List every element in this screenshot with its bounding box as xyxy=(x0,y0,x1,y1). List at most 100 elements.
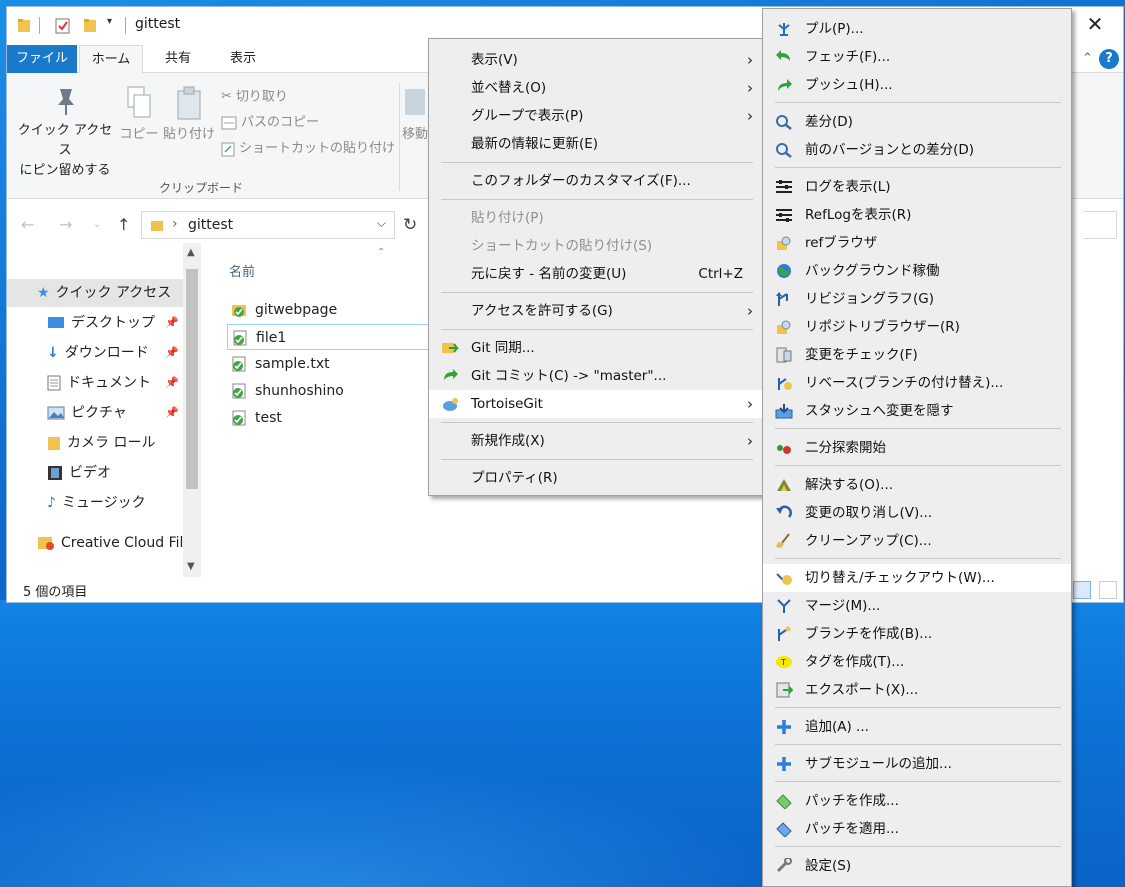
menu-item-revision-graph[interactable]: リビジョングラフ(G) xyxy=(763,285,1071,313)
menu-item-git-sync[interactable]: Git 同期... xyxy=(429,334,763,362)
details-view-button[interactable] xyxy=(1073,581,1091,599)
menu-item-git-commit[interactable]: Git コミット(C) -> "master"... xyxy=(429,362,763,390)
menu-item-revert[interactable]: 変更の取り消し(V)... xyxy=(763,499,1071,527)
menu-item-undo-rename[interactable]: 元に戻す - 名前の変更(U) Ctrl+Z xyxy=(429,260,763,288)
menu-item-add[interactable]: 追加(A) ... xyxy=(763,713,1071,741)
create-patch-icon xyxy=(776,794,792,809)
menu-item-daemon[interactable]: バックグラウンド稼働 xyxy=(763,257,1071,285)
chevron-right-icon: › xyxy=(747,51,753,69)
copy-path-button[interactable]: パスのコピー xyxy=(221,111,319,135)
menu-item-repo-browser[interactable]: リポジトリブラウザー(R) xyxy=(763,313,1071,341)
video-icon xyxy=(48,466,62,480)
recent-locations-icon[interactable]: ⌄ xyxy=(93,219,101,230)
tab-file[interactable]: ファイル xyxy=(7,45,77,73)
menu-item-check-modifications[interactable]: 変更をチェック(F) xyxy=(763,341,1071,369)
menu-item-cleanup[interactable]: クリーンアップ(C)... xyxy=(763,527,1071,555)
breadcrumb[interactable]: gittest xyxy=(188,217,233,233)
menu-item-tortoisegit[interactable]: TortoiseGit › xyxy=(429,390,763,418)
nav-item-music[interactable]: ♪ ミュージック xyxy=(7,489,183,517)
menu-item-merge[interactable]: マージ(M)... xyxy=(763,592,1071,620)
new-folder-icon[interactable] xyxy=(83,17,97,35)
properties-icon[interactable] xyxy=(55,17,71,35)
tab-home[interactable]: ホーム xyxy=(79,45,143,74)
nav-item-camera-roll[interactable]: カメラ ロール xyxy=(7,429,183,457)
list-item[interactable]: gitwebpage xyxy=(227,297,431,323)
list-item[interactable]: file1 xyxy=(227,324,431,350)
copy-button[interactable]: コピー xyxy=(119,85,159,145)
column-header-name[interactable]: 名前 xyxy=(229,261,255,280)
menu-item-new[interactable]: 新規作成(X) › xyxy=(429,427,763,455)
menu-item-fetch[interactable]: フェッチ(F)... xyxy=(763,43,1071,71)
menu-item-label: 追加(A) ... xyxy=(805,719,869,735)
scroll-up-icon[interactable]: ▲ xyxy=(187,247,195,258)
menu-item-resolve[interactable]: 解決する(O)... xyxy=(763,471,1071,499)
move-button[interactable]: 移動 xyxy=(400,85,430,142)
menu-item-show-log[interactable]: ログを表示(L) xyxy=(763,173,1071,201)
menu-item-rebase[interactable]: リベース(ブランチの付け替え)... xyxy=(763,369,1071,397)
menu-item-customize-folder[interactable]: このフォルダーのカスタマイズ(F)... xyxy=(429,167,763,195)
pin-to-quick-access-button[interactable]: クイック アクセス にピン留めする xyxy=(13,85,117,181)
menu-item-diff[interactable]: 差分(D) xyxy=(763,108,1071,136)
export-icon xyxy=(776,682,793,698)
cut-button[interactable]: ✂ 切り取り xyxy=(221,85,288,109)
list-item[interactable]: shunhoshino xyxy=(227,378,431,404)
menu-item-apply-patch[interactable]: パッチを適用... xyxy=(763,815,1071,843)
tab-share[interactable]: 共有 xyxy=(147,45,209,73)
nav-item-downloads[interactable]: ↓ ダウンロード 📌 xyxy=(7,339,183,367)
nav-item-quick-access[interactable]: ★ クイック アクセス xyxy=(7,279,183,307)
menu-item-stash-save[interactable]: スタッシュへ変更を隠す xyxy=(763,397,1071,425)
menu-item-give-access[interactable]: アクセスを許可する(G) › xyxy=(429,297,763,325)
scroll-down-icon[interactable]: ▼ xyxy=(187,561,195,572)
scrollbar-thumb[interactable] xyxy=(186,269,198,489)
menu-item-diff-previous[interactable]: 前のバージョンとの差分(D) xyxy=(763,136,1071,164)
menu-item-view[interactable]: 表示(V) › xyxy=(429,46,763,74)
menu-item-refresh[interactable]: 最新の情報に更新(E) xyxy=(429,130,763,158)
large-icons-view-button[interactable] xyxy=(1099,581,1117,599)
menu-item-show-reflog[interactable]: RefLogを表示(R) xyxy=(763,201,1071,229)
nav-scrollbar[interactable]: ▲ ▼ xyxy=(183,243,201,577)
paste-shortcut-button[interactable]: ショートカットの貼り付け xyxy=(221,137,395,161)
address-dropdown-icon[interactable]: ⌵ xyxy=(377,216,386,231)
nav-item-documents[interactable]: ドキュメント 📌 xyxy=(7,369,183,397)
nav-item-pictures[interactable]: ピクチャ 📌 xyxy=(7,399,183,427)
menu-item-export[interactable]: エクスポート(X)... xyxy=(763,676,1071,704)
menu-item-label: リビジョングラフ(G) xyxy=(805,291,934,307)
menu-item-switch-checkout[interactable]: 切り替え/チェックアウト(W)... xyxy=(763,564,1071,592)
nav-item-videos[interactable]: ビデオ xyxy=(7,459,183,487)
nav-item-creative-cloud[interactable]: Creative Cloud Files xyxy=(7,529,183,557)
breadcrumb-chevron: › xyxy=(172,216,178,232)
menu-item-paste[interactable]: 貼り付け(P) xyxy=(429,204,763,232)
list-item[interactable]: test xyxy=(227,405,431,431)
back-button[interactable]: ← xyxy=(21,215,34,234)
menu-item-settings[interactable]: 設定(S) xyxy=(763,852,1071,880)
refresh-button[interactable]: ↻ xyxy=(403,215,417,235)
help-button[interactable]: ? xyxy=(1099,49,1119,69)
close-button[interactable]: ✕ xyxy=(1085,13,1105,35)
menu-item-group-by[interactable]: グループで表示(P) › xyxy=(429,102,763,130)
stash-icon xyxy=(775,404,793,419)
tab-view[interactable]: 表示 xyxy=(213,45,273,73)
search-input[interactable] xyxy=(1083,211,1117,239)
menu-item-sort[interactable]: 並べ替え(O) › xyxy=(429,74,763,102)
address-input[interactable]: › gittest ⌵ xyxy=(141,211,395,239)
nav-item-desktop[interactable]: デスクトップ 📌 xyxy=(7,309,183,337)
forward-button[interactable]: → xyxy=(59,215,72,234)
up-button[interactable]: ↑ xyxy=(117,215,130,234)
menu-item-add-submodule[interactable]: サブモジュールの追加... xyxy=(763,750,1071,778)
menu-item-properties[interactable]: プロパティ(R) xyxy=(429,464,763,492)
quick-access-dropdown-icon[interactable]: ▾ xyxy=(107,16,112,27)
menu-item-create-branch[interactable]: ブランチを作成(B)... xyxy=(763,620,1071,648)
pin-label-2: にピン留めする xyxy=(19,163,111,178)
menu-item-pull[interactable]: プル(P)... xyxy=(763,15,1071,43)
paste-button[interactable]: 貼り付け xyxy=(161,85,217,145)
menu-item-paste-shortcut[interactable]: ショートカットの貼り付け(S) xyxy=(429,232,763,260)
menu-item-create-patch[interactable]: パッチを作成... xyxy=(763,787,1071,815)
list-item[interactable]: sample.txt xyxy=(227,351,431,377)
menu-item-create-tag[interactable]: T タグを作成(T)... xyxy=(763,648,1071,676)
menu-item-push[interactable]: プッシュ(H)... xyxy=(763,71,1071,99)
menu-separator xyxy=(441,199,753,200)
menu-item-ref-browser[interactable]: refブラウザ xyxy=(763,229,1071,257)
collapse-ribbon-icon[interactable]: ⌃ xyxy=(1082,51,1093,66)
menu-item-bisect-start[interactable]: 二分探索開始 xyxy=(763,434,1071,462)
pull-icon xyxy=(778,23,790,36)
